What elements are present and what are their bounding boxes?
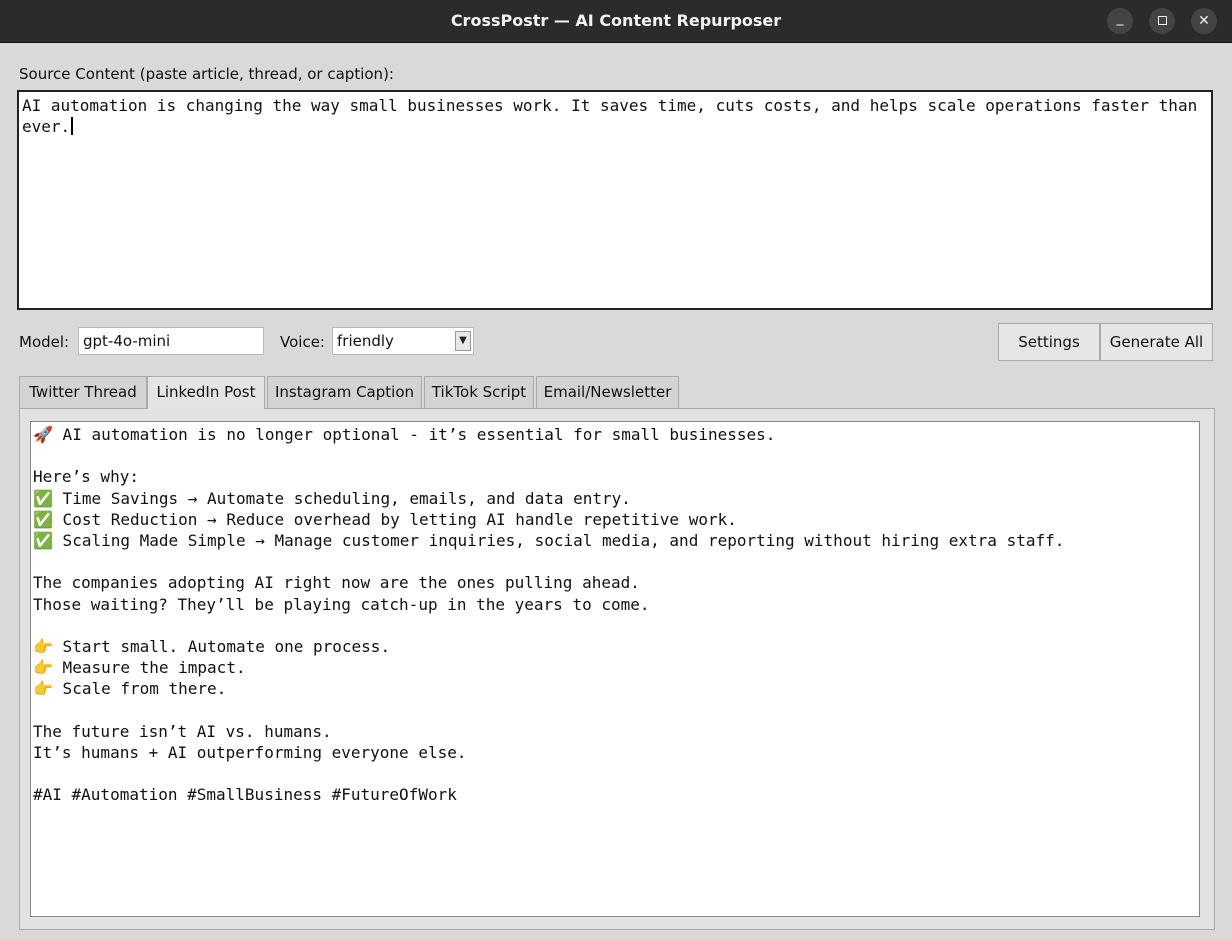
minimize-button[interactable]: _: [1107, 8, 1133, 34]
output-textarea[interactable]: 🚀 AI automation is no longer optional - …: [30, 421, 1200, 917]
close-icon: ✕: [1198, 13, 1210, 29]
model-label: Model:: [19, 333, 70, 351]
close-button[interactable]: ✕: [1191, 8, 1217, 34]
voice-select[interactable]: friendly ▼: [332, 327, 474, 355]
tab-linkedin-post[interactable]: LinkedIn Post: [147, 376, 265, 409]
minimize-icon: _: [1116, 10, 1124, 26]
source-content-text: AI automation is changing the way small …: [22, 96, 1207, 136]
source-content-label: Source Content (paste article, thread, o…: [19, 65, 394, 83]
window-title: CrossPostr — AI Content Repurposer: [450, 11, 782, 30]
chevron-down-icon[interactable]: ▼: [455, 331, 471, 351]
settings-button[interactable]: Settings: [998, 323, 1100, 361]
title-bar: CrossPostr — AI Content Repurposer _ ✕: [0, 0, 1232, 43]
maximize-button[interactable]: [1149, 8, 1175, 34]
generate-all-button[interactable]: Generate All: [1100, 323, 1213, 361]
tab-email-newsletter[interactable]: Email/Newsletter: [536, 376, 679, 408]
model-input[interactable]: gpt-4o-mini: [78, 327, 264, 355]
tab-instagram-caption[interactable]: Instagram Caption: [267, 376, 422, 408]
text-cursor: [71, 117, 74, 135]
voice-label: Voice:: [280, 333, 325, 351]
maximize-icon: [1157, 15, 1167, 25]
tab-tiktok-script[interactable]: TikTok Script: [424, 376, 534, 408]
voice-selected-value: friendly: [337, 332, 394, 350]
source-content-textarea[interactable]: AI automation is changing the way small …: [17, 90, 1213, 310]
tab-twitter-thread[interactable]: Twitter Thread: [19, 376, 147, 408]
